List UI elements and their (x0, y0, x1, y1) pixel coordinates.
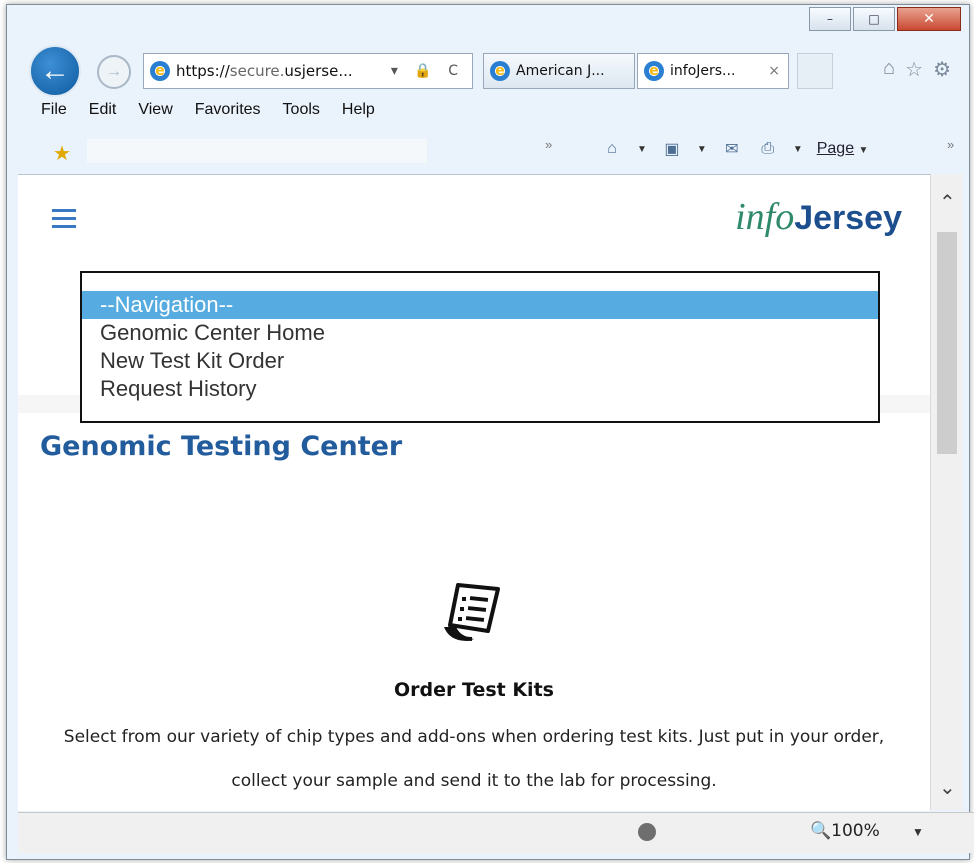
close-window-button[interactable]: ✕ (897, 7, 961, 31)
back-arrow-icon: ← (40, 54, 70, 87)
settings-gear-icon[interactable]: ⚙ (933, 57, 951, 82)
logo-jersey-text: Jersey (794, 199, 902, 237)
hamburger-menu-icon[interactable] (52, 209, 76, 233)
card-title[interactable]: Order Test Kits (18, 679, 930, 701)
tab-close-icon[interactable]: × (768, 63, 788, 79)
maximize-button[interactable]: □ (853, 7, 895, 31)
nav-option-placeholder[interactable]: --Navigation-- (82, 291, 878, 319)
window-controls: – □ ✕ (807, 7, 961, 31)
minimize-button[interactable]: – (809, 7, 851, 31)
feeds-icon[interactable]: ▣ (661, 139, 683, 159)
menu-tools[interactable]: Tools (283, 101, 320, 119)
tab-label: American J... (516, 63, 605, 79)
mail-icon[interactable]: ✉ (721, 139, 743, 159)
page-title: Genomic Testing Center (40, 431, 403, 462)
tab-american-j[interactable]: e American J... (483, 53, 635, 89)
document-list-icon[interactable] (438, 579, 508, 654)
chevron-more-icon[interactable]: » (947, 137, 954, 152)
chevron-down-icon[interactable]: ▼ (912, 825, 924, 839)
command-bar: ⌂ ▼ ▣ ▼ ✉ ⎙ ▼ Page ▼ (601, 139, 868, 159)
chevron-down-icon: ▼ (858, 145, 869, 156)
zoom-level[interactable]: 🔍100% (810, 821, 880, 841)
favorites-bar (87, 139, 427, 163)
scrollbar-thumb[interactable] (937, 232, 957, 454)
site-logo[interactable]: infoJersey (735, 195, 902, 239)
vertical-scrollbar[interactable]: ⌃ ⌄ (930, 174, 963, 810)
page-menu-label: Page (816, 140, 855, 157)
security-zone-icon (638, 823, 656, 841)
scroll-up-icon[interactable]: ⌃ (939, 190, 956, 215)
page-content: infoJersey --Navigation-- Genomic Center… (18, 174, 930, 811)
card-description: Select from our variety of chip types an… (63, 727, 885, 791)
menu-view[interactable]: View (138, 101, 172, 119)
menu-bar: File Edit View Favorites Tools Help (41, 101, 375, 119)
print-icon[interactable]: ⎙ (757, 139, 779, 159)
scroll-down-icon[interactable]: ⌄ (939, 775, 956, 800)
navigation-select[interactable]: --Navigation-- Genomic Center Home New T… (80, 271, 880, 423)
page-menu[interactable]: Page ▼ (817, 140, 869, 158)
menu-favorites[interactable]: Favorites (195, 101, 261, 119)
forward-button[interactable]: → (97, 55, 131, 89)
forward-arrow-icon: → (106, 63, 122, 80)
menu-file[interactable]: File (41, 101, 67, 119)
home-page-icon[interactable]: ⌂ (601, 139, 623, 159)
new-tab-button[interactable] (797, 53, 833, 89)
zoom-value: 100% (831, 821, 880, 841)
url-scheme: https:// (176, 62, 230, 80)
home-icon[interactable]: ⌂ (883, 57, 895, 82)
menu-help[interactable]: Help (342, 101, 375, 119)
back-button[interactable]: ← (29, 45, 81, 97)
address-bar[interactable]: e https://secure. usjerse... ▾ 🔒 C (143, 53, 473, 89)
nav-option-request-history[interactable]: Request History (82, 375, 878, 403)
favorites-star-icon[interactable]: ☆ (905, 57, 923, 82)
url-subdomain: secure. (229, 62, 285, 80)
add-favorite-icon[interactable]: ★ (53, 141, 71, 166)
browser-tools: ⌂ ☆ ⚙ (883, 57, 951, 82)
tab-label: infoJers... (670, 63, 736, 79)
chevron-more-icon[interactable]: » (545, 137, 552, 152)
status-bar: 🔍100% ▼ (18, 812, 974, 853)
chevron-down-icon[interactable]: ▼ (793, 144, 803, 155)
logo-info-text: info (735, 196, 795, 238)
ie-icon: e (490, 61, 510, 81)
ie-icon: e (150, 61, 170, 81)
address-controls[interactable]: ▾ 🔒 C (391, 63, 472, 79)
command-area: File Edit View Favorites Tools Help ★ » … (31, 93, 969, 173)
ie-icon: e (644, 61, 664, 81)
chevron-down-icon[interactable]: ▼ (697, 144, 707, 155)
url-host: usjerse... (284, 62, 353, 80)
menu-edit[interactable]: Edit (89, 101, 117, 119)
tab-infojersey[interactable]: e infoJers... × (637, 53, 789, 89)
nav-option-new-test-kit-order[interactable]: New Test Kit Order (82, 347, 878, 375)
nav-option-genomic-center-home[interactable]: Genomic Center Home (82, 319, 878, 347)
chevron-down-icon[interactable]: ▼ (637, 144, 647, 155)
